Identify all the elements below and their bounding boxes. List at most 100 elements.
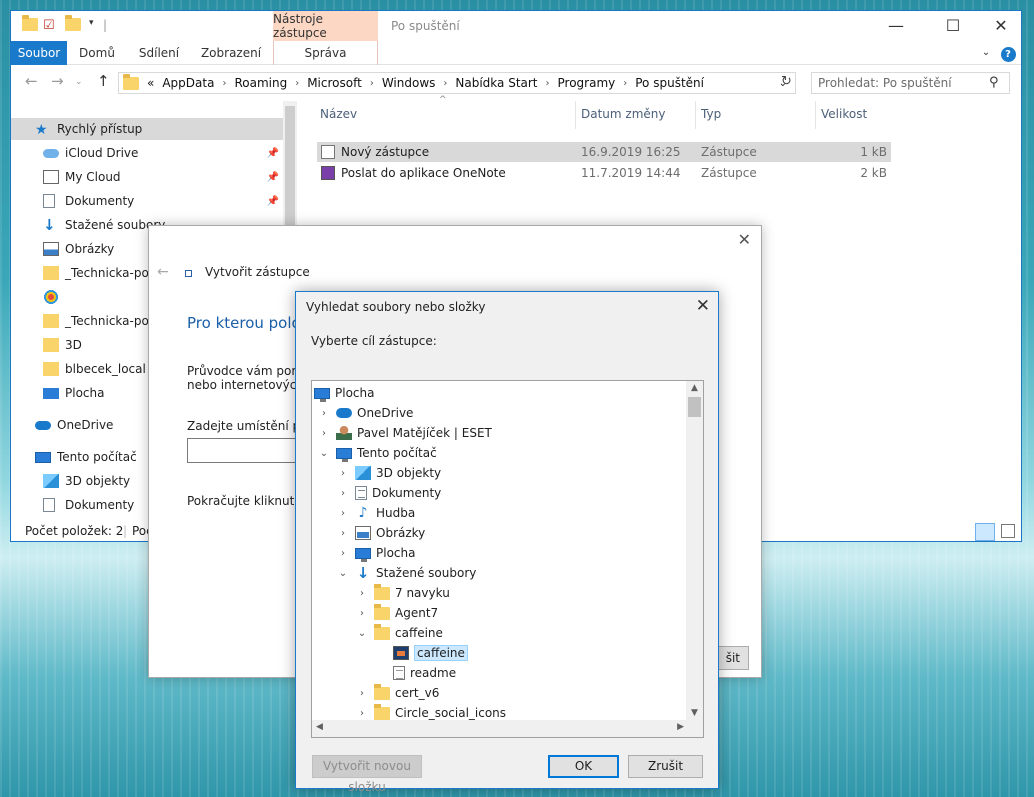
tree-node[interactable]: › Agent7 (356, 603, 438, 623)
folder-tree[interactable]: Plocha › OneDrive › Pavel Matějíček | ESET ⌄ T… (311, 380, 704, 738)
breadcrumb-microsoft[interactable]: Microsoft (307, 76, 362, 90)
collapsed-chevron-icon[interactable]: › (337, 548, 349, 559)
nav-quick-access[interactable]: ★ Rychlý přístup (11, 118, 283, 140)
address-bar[interactable]: « AppData › Roaming › Microsoft › Window… (118, 72, 796, 94)
expanded-chevron-icon[interactable]: ⌄ (337, 568, 349, 579)
column-divider[interactable] (815, 101, 816, 129)
tree-node[interactable]: › Obrázky (337, 523, 425, 543)
breadcrumb-sep-icon[interactable]: › (295, 78, 299, 89)
tree-node[interactable]: ⌄ Tento počítač (318, 443, 437, 463)
details-view-icon[interactable] (975, 523, 995, 541)
breadcrumb-roaming[interactable]: Roaming (234, 76, 287, 90)
up-arrow-icon[interactable]: ↑ (97, 72, 110, 90)
tree-vertical-scrollbar[interactable]: ▲ ▼ (686, 381, 703, 737)
tree-node[interactable]: › Dokumenty (337, 483, 441, 503)
recent-chevron-icon[interactable]: ⌄ (75, 77, 83, 87)
back-arrow-icon[interactable]: ← (25, 72, 38, 90)
breadcrumb-startup[interactable]: Po spuštění (635, 76, 704, 90)
tree-node[interactable]: › Plocha (337, 543, 415, 563)
search-icon[interactable]: ⚲ (989, 75, 1015, 90)
tree-node[interactable]: caffeine (375, 643, 468, 663)
desktop-icon (43, 387, 59, 399)
tree-node[interactable]: › OneDrive (318, 403, 413, 423)
breadcrumb-start-menu[interactable]: Nabídka Start (455, 76, 537, 90)
scroll-left-arrow-icon[interactable]: ◀ (316, 722, 323, 732)
tab-soubor[interactable]: Soubor (11, 41, 67, 65)
nav-my-cloud[interactable]: My Cloud 📌 (11, 166, 283, 188)
tree-horizontal-scrollbar[interactable]: ◀ ▶ (312, 720, 688, 737)
tree-node[interactable]: Plocha (314, 383, 374, 403)
file-row[interactable]: Poslat do aplikace OneNote 11.7.2019 14:… (317, 163, 891, 183)
breadcrumb-sep-icon[interactable]: › (546, 78, 550, 89)
ok-button[interactable]: OK (548, 755, 619, 778)
close-icon[interactable]: ✕ (696, 296, 710, 316)
nav-icloud-drive[interactable]: iCloud Drive 📌 (11, 142, 283, 164)
collapsed-chevron-icon[interactable]: › (337, 468, 349, 479)
customize-qa-chevron-icon[interactable]: ▾ (89, 18, 94, 28)
tab-domu[interactable]: Domů (69, 41, 125, 65)
close-icon[interactable]: ✕ (991, 16, 1011, 35)
column-divider[interactable] (575, 101, 576, 129)
collapsed-chevron-icon[interactable]: › (356, 608, 368, 619)
collapsed-chevron-icon[interactable]: › (337, 528, 349, 539)
collapsed-chevron-icon[interactable]: › (356, 708, 368, 719)
collapsed-chevron-icon[interactable]: › (318, 428, 330, 439)
breadcrumb-appdata[interactable]: AppData (162, 76, 214, 90)
breadcrumb-windows[interactable]: Windows (382, 76, 436, 90)
tree-node[interactable]: ⌄ ↓ Stažené soubory (337, 563, 477, 583)
ribbon-expand-chevron-icon[interactable]: ⌄ (979, 41, 993, 65)
breadcrumb-sep-icon[interactable]: › (222, 78, 226, 89)
nav-scroll-thumb[interactable] (285, 106, 295, 232)
collapsed-chevron-icon[interactable]: › (356, 688, 368, 699)
scroll-right-arrow-icon[interactable]: ▶ (677, 722, 684, 732)
scroll-down-arrow-icon[interactable]: ▼ (686, 708, 703, 718)
column-divider[interactable] (695, 101, 696, 129)
new-folder-icon[interactable] (65, 15, 81, 31)
ribbon-context-tab[interactable]: Nástroje zástupce (273, 11, 378, 41)
nav-documents[interactable]: Dokumenty 📌 (11, 190, 283, 212)
expanded-chevron-icon[interactable]: ⌄ (318, 448, 330, 459)
collapsed-chevron-icon[interactable]: › (356, 588, 368, 599)
breadcrumb-overflow[interactable]: « (147, 76, 154, 90)
tree-node[interactable]: › 3D objekty (337, 463, 441, 483)
refresh-icon[interactable]: ↻ (781, 74, 792, 89)
breadcrumb-programs[interactable]: Programy (558, 76, 616, 90)
cancel-button[interactable]: Zrušit (628, 755, 703, 778)
collapsed-chevron-icon[interactable]: › (318, 408, 330, 419)
breadcrumb-sep-icon[interactable]: › (623, 78, 627, 89)
forward-arrow-icon[interactable]: → (51, 72, 64, 90)
tab-zobrazeni[interactable]: Zobrazení (195, 41, 267, 65)
close-icon[interactable]: ✕ (738, 230, 751, 249)
collapsed-chevron-icon[interactable]: › (337, 508, 349, 519)
new-folder-button[interactable]: Vytvořit novou složku (312, 755, 422, 794)
expanded-chevron-icon[interactable]: ⌄ (356, 628, 368, 639)
tree-scroll-thumb[interactable] (688, 397, 701, 417)
search-input[interactable]: Prohledat: Po spuštění (811, 72, 1010, 94)
tree-node[interactable]: readme (375, 663, 456, 683)
tree-node[interactable]: › ♪ Hudba (337, 503, 415, 523)
column-header-name[interactable]: Název (320, 107, 357, 121)
pin-icon[interactable]: 📌 (267, 148, 279, 159)
maximize-icon[interactable]: ☐ (943, 16, 963, 35)
tab-sprava[interactable]: Správa (273, 41, 378, 65)
column-header-type[interactable]: Typ (701, 107, 721, 121)
scroll-up-arrow-icon[interactable]: ▲ (686, 383, 703, 393)
column-header-size[interactable]: Velikost (821, 107, 867, 121)
tab-sdileni[interactable]: Sdílení (127, 41, 191, 65)
help-icon[interactable]: ? (999, 41, 1017, 65)
collapsed-chevron-icon[interactable]: › (337, 488, 349, 499)
tree-node[interactable]: › Pavel Matějíček | ESET (318, 423, 492, 443)
column-header-date[interactable]: Datum změny (581, 107, 666, 121)
tree-node[interactable]: › cert_v6 (356, 683, 439, 703)
file-row[interactable]: Nový zástupce 16.9.2019 16:25 Zástupce 1… (317, 142, 891, 162)
back-arrow-icon[interactable]: ← (157, 264, 169, 280)
tree-node[interactable]: ⌄ caffeine (356, 623, 443, 643)
minimize-icon[interactable]: — (886, 16, 906, 35)
tree-node[interactable]: › 7 navyku (356, 583, 450, 603)
pin-icon[interactable]: 📌 (267, 196, 279, 207)
large-icons-view-icon[interactable] (1001, 524, 1015, 538)
properties-icon[interactable]: ☑ (43, 18, 55, 33)
breadcrumb-sep-icon[interactable]: › (443, 78, 447, 89)
pin-icon[interactable]: 📌 (267, 172, 279, 183)
breadcrumb-sep-icon[interactable]: › (370, 78, 374, 89)
